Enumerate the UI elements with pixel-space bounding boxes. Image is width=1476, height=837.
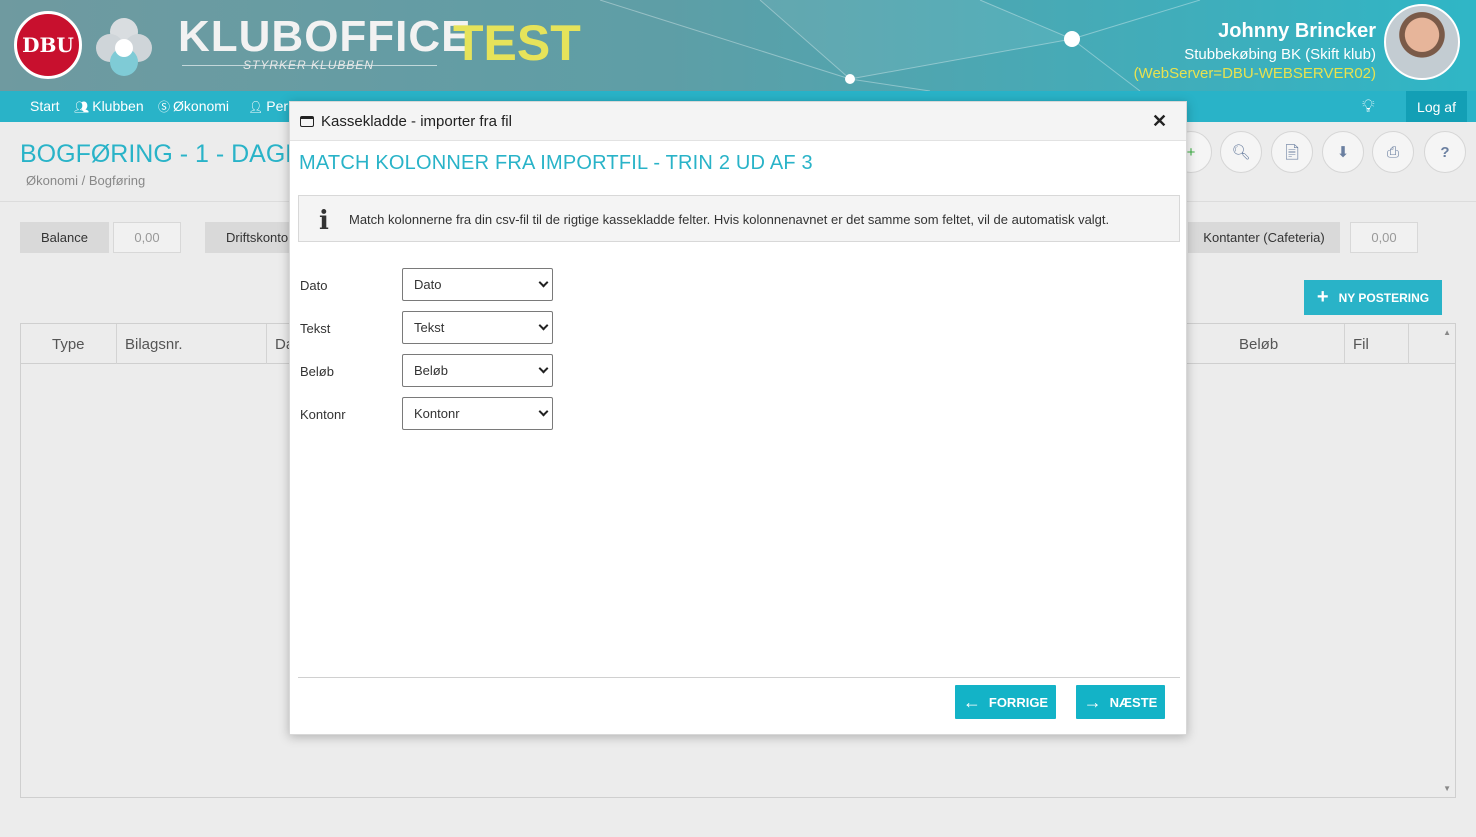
plus-icon: + [1316, 286, 1329, 308]
chevron-down-icon [538, 320, 549, 331]
help-icon[interactable]: ? [1424, 131, 1466, 173]
field-label-tekst: Tekst [300, 321, 331, 336]
kluboffice-logo-icon [96, 18, 152, 76]
balance-value: 0,00 [113, 222, 181, 253]
cafeteria-value: 0,00 [1350, 222, 1418, 253]
brand-tagline: STYRKER KLUBBEN [243, 58, 375, 72]
belob-select[interactable]: Beløb [402, 354, 553, 387]
nav-klubben[interactable]: 👥︎ Klubben [74, 98, 144, 114]
import-icon[interactable]: ⬇ [1322, 131, 1364, 173]
field-label-kontonr: Kontonr [300, 407, 346, 422]
dato-select-value: Dato [414, 277, 442, 292]
environment-label: TEST [453, 15, 581, 71]
page-title: BOGFØRING - 1 - DAGL [20, 140, 300, 168]
cafeteria-label: Kontanter (Cafeteria) [1188, 222, 1340, 253]
chevron-down-icon [538, 363, 549, 374]
col-fil[interactable]: Fil [1345, 324, 1409, 364]
nav-okonomi[interactable]: Ⓢ Økonomi [158, 98, 229, 115]
people-icon: 👥︎ [74, 100, 90, 114]
user-name: Johnny Brincker [1218, 20, 1376, 42]
dialog-footer-divider [298, 677, 1180, 678]
dialog-title: Kassekladde - importer fra fil [321, 113, 512, 130]
kontonr-select[interactable]: Kontonr [402, 397, 553, 430]
print-icon[interactable]: ⎙ [1372, 131, 1414, 173]
coin-icon: Ⓢ [158, 100, 171, 114]
person-icon: 👤︎ [248, 100, 264, 114]
switch-club-link[interactable]: Stubbekøbing BK (Skift klub) [1184, 46, 1376, 63]
next-button-label: NÆSTE [1109, 694, 1158, 710]
dato-select[interactable]: Dato [402, 268, 553, 301]
scroll-up-arrow-icon[interactable]: ▲ [1443, 328, 1451, 337]
col-belob[interactable]: Beløb [1231, 324, 1345, 364]
new-posting-button[interactable]: + NY POSTERING [1304, 280, 1442, 315]
scroll-down-arrow-icon[interactable]: ▼ [1443, 784, 1451, 793]
chevron-down-icon [538, 406, 549, 417]
preview-icon[interactable]: 🔍︎ [1220, 131, 1262, 173]
step-title: MATCH KOLONNER FRA IMPORTFIL - TRIN 2 UD… [299, 152, 813, 174]
close-icon[interactable]: ✕ [1152, 111, 1167, 132]
col-type[interactable]: Type [21, 324, 117, 364]
arrow-right-icon: → [1083, 691, 1102, 712]
chevron-down-icon [538, 277, 549, 288]
nav-klubben-label: Klubben [92, 98, 144, 114]
previous-button[interactable]: ← FORRIGE [955, 685, 1056, 719]
nav-start[interactable]: Start [30, 98, 60, 114]
next-button[interactable]: → NÆSTE [1076, 685, 1165, 719]
dbu-logo: DBU [14, 11, 82, 79]
logout-button[interactable]: Log af [1406, 91, 1467, 122]
app-header: DBU KLUBOFFICE STYRKER KLUBBEN TEST John… [0, 0, 1476, 91]
new-posting-label: NY POSTERING [1338, 290, 1430, 305]
nav-personer-label: Per [266, 98, 289, 114]
dialog-titlebar: Kassekladde - importer fra fil ✕ [290, 102, 1186, 141]
breadcrumb[interactable]: Økonomi / Bogføring [26, 173, 145, 188]
kontonr-select-value: Kontonr [414, 406, 460, 421]
info-text: Match kolonnerne fra din csv-fil til de … [349, 212, 1110, 227]
new-document-icon[interactable]: 📄︎ [1271, 131, 1313, 173]
info-icon: i [319, 206, 329, 236]
nav-okonomi-label: Økonomi [173, 98, 230, 114]
previous-button-label: FORRIGE [988, 694, 1049, 710]
driftskonto-label: Driftskonto [205, 222, 295, 253]
web-server-label: (WebServer=DBU-WEBSERVER02) [1133, 65, 1376, 82]
belob-select-value: Beløb [414, 363, 448, 378]
window-icon [300, 116, 314, 127]
lightbulb-icon[interactable]: 💡︎ [1362, 96, 1375, 117]
avatar[interactable] [1384, 4, 1460, 80]
balance-label: Balance [20, 222, 109, 253]
tekst-select[interactable]: Tekst [402, 311, 553, 344]
field-label-belob: Beløb [300, 364, 334, 379]
nav-start-label: Start [30, 98, 60, 114]
col-bilagsnr[interactable]: Bilagsnr. [117, 324, 267, 364]
brand-name: KLUBOFFICE [178, 12, 472, 61]
tekst-select-value: Tekst [414, 320, 445, 335]
import-dialog: Kassekladde - importer fra fil ✕ MATCH K… [289, 101, 1187, 735]
nav-personer[interactable]: 👤︎ Per [248, 98, 288, 114]
info-box: i Match kolonnerne fra din csv-fil til d… [298, 195, 1180, 242]
field-label-dato: Dato [300, 278, 328, 293]
arrow-left-icon: ← [962, 691, 981, 712]
